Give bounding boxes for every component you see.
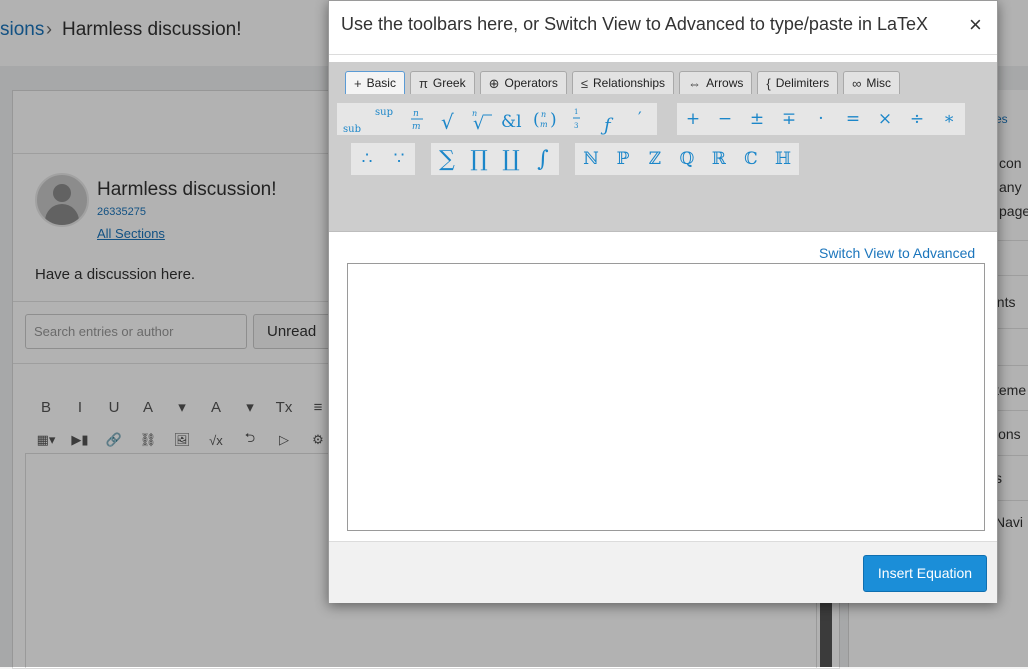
prime-icon: ′ bbox=[638, 108, 642, 127]
tab-operators[interactable]: ⊕ Operators bbox=[479, 71, 567, 94]
svg-text:ƒ: ƒ bbox=[600, 115, 614, 135]
brace-icon: { bbox=[766, 75, 771, 91]
equation-input-area[interactable] bbox=[347, 263, 985, 531]
svg-text:1: 1 bbox=[574, 108, 578, 116]
minus-plus-button[interactable]: ∓ bbox=[773, 103, 805, 135]
superscript-icon: sup bbox=[375, 107, 393, 118]
vertical-fraction-icon: 1 3 bbox=[573, 108, 580, 130]
sqrt-button[interactable]: √ bbox=[433, 103, 465, 135]
tab-label: Operators bbox=[504, 75, 558, 90]
dot-button[interactable]: · bbox=[805, 103, 837, 135]
svg-text:√: √ bbox=[441, 110, 454, 134]
sum-button[interactable]: ∑ bbox=[431, 143, 463, 175]
because-button[interactable]: ∵ bbox=[383, 143, 415, 175]
symbol-panel: sub sup n m √ n √ &l (n m) 1 3 ƒ ′ + −… bbox=[329, 95, 997, 231]
fraction-icon: n m bbox=[411, 109, 423, 132]
minus-button[interactable]: − bbox=[709, 103, 741, 135]
less-equal-icon: ≤ bbox=[580, 75, 589, 91]
sqrt-icon: √ bbox=[441, 110, 454, 134]
tab-delimiters[interactable]: { Delimiters bbox=[757, 71, 839, 94]
svg-text:′: ′ bbox=[638, 108, 642, 127]
integral-button[interactable]: ∫ bbox=[527, 143, 559, 175]
nth-root-button[interactable]: n √ bbox=[465, 103, 497, 135]
prime-button[interactable]: ′ bbox=[625, 103, 657, 135]
tab-label: Basic bbox=[366, 75, 396, 90]
svg-text:n: n bbox=[541, 110, 546, 119]
function-button[interactable]: ƒ bbox=[593, 103, 625, 135]
tab-arrows[interactable]: ⇔ Arrows bbox=[679, 71, 753, 94]
fraction-button[interactable]: n m bbox=[401, 103, 433, 135]
tab-greek[interactable]: π Greek bbox=[409, 71, 475, 94]
toolbar-tabs: + Basic π Greek ⊕ Operators ≤ Relationsh… bbox=[345, 71, 901, 95]
symbol-group-big-operators: ∑ ∏ ∐ ∫ bbox=[431, 143, 559, 175]
text-mode-icon: &l bbox=[501, 112, 522, 132]
tab-relationships[interactable]: ≤ Relationships bbox=[571, 71, 675, 94]
double-arrow-icon: ⇔ bbox=[688, 75, 702, 91]
coproduct-button[interactable]: ∐ bbox=[495, 143, 527, 175]
svg-text:&l: &l bbox=[501, 112, 522, 132]
tab-label: Delimiters bbox=[775, 75, 830, 90]
plus-icon: + bbox=[354, 75, 362, 91]
svg-text:√: √ bbox=[473, 113, 485, 134]
tab-label: Arrows bbox=[706, 75, 744, 90]
pi-icon: π bbox=[418, 75, 428, 91]
modal-footer: Insert Equation bbox=[329, 541, 997, 603]
circled-plus-icon: ⊕ bbox=[488, 75, 500, 91]
quaternions-button[interactable]: ℍ bbox=[767, 143, 799, 175]
symbol-group-arithmetic: + − ± ∓ · = × ÷ ∗ bbox=[677, 103, 965, 135]
svg-text:3: 3 bbox=[574, 122, 578, 130]
modal-title: Use the toolbars here, or Switch View to… bbox=[341, 14, 929, 34]
vertical-fraction-button[interactable]: 1 3 bbox=[561, 103, 593, 135]
svg-text:(: ( bbox=[533, 110, 540, 130]
rationals-button[interactable]: ℚ bbox=[671, 143, 703, 175]
superscript-button[interactable]: sup bbox=[369, 103, 401, 135]
switch-view-advanced-link[interactable]: Switch View to Advanced bbox=[819, 245, 975, 261]
binomial-button[interactable]: ( n m ) bbox=[529, 103, 561, 135]
svg-text:m: m bbox=[540, 120, 548, 129]
text-mode-button[interactable]: &l bbox=[497, 103, 529, 135]
subscript-icon: sub bbox=[343, 124, 361, 135]
tab-basic[interactable]: + Basic bbox=[345, 71, 405, 94]
tab-misc[interactable]: ∞ Misc bbox=[843, 71, 901, 94]
symbol-group-number-sets: ℕ ℙ ℤ ℚ ℝ ℂ ℍ bbox=[575, 143, 799, 175]
insert-equation-button[interactable]: Insert Equation bbox=[863, 555, 987, 592]
reals-button[interactable]: ℝ bbox=[703, 143, 735, 175]
function-icon: ƒ bbox=[600, 115, 614, 135]
complex-button[interactable]: ℂ bbox=[735, 143, 767, 175]
plus-minus-button[interactable]: ± bbox=[741, 103, 773, 135]
close-icon[interactable]: × bbox=[969, 13, 982, 37]
tab-label: Relationships bbox=[593, 75, 666, 90]
modal-header: Use the toolbars here, or Switch View to… bbox=[329, 1, 997, 55]
equation-editor-modal: Use the toolbars here, or Switch View to… bbox=[328, 0, 998, 603]
tab-label: Greek bbox=[432, 75, 466, 90]
symbol-group-structures: sub sup n m √ n √ &l (n m) 1 3 ƒ ′ bbox=[337, 103, 657, 135]
naturals-button[interactable]: ℕ bbox=[575, 143, 607, 175]
integers-button[interactable]: ℤ bbox=[639, 143, 671, 175]
svg-text:m: m bbox=[412, 122, 421, 132]
symbol-group-logic: ∴ ∵ bbox=[351, 143, 415, 175]
times-button[interactable]: × bbox=[869, 103, 901, 135]
equals-button[interactable]: = bbox=[837, 103, 869, 135]
primes-button[interactable]: ℙ bbox=[607, 143, 639, 175]
svg-text:n: n bbox=[413, 109, 419, 119]
therefore-button[interactable]: ∴ bbox=[351, 143, 383, 175]
subscript-button[interactable]: sub bbox=[337, 103, 369, 135]
divide-button[interactable]: ÷ bbox=[901, 103, 933, 135]
nth-root-icon: n √ bbox=[472, 109, 492, 134]
product-button[interactable]: ∏ bbox=[463, 143, 495, 175]
svg-text:): ) bbox=[550, 110, 557, 130]
infinity-icon: ∞ bbox=[852, 75, 862, 91]
binomial-icon: ( n m ) bbox=[533, 110, 557, 130]
tab-label: Misc bbox=[866, 75, 892, 90]
plus-button[interactable]: + bbox=[677, 103, 709, 135]
svg-text:sup: sup bbox=[375, 107, 393, 118]
svg-text:sub: sub bbox=[343, 124, 361, 135]
asterisk-button[interactable]: ∗ bbox=[933, 103, 965, 135]
equation-toolbar: + Basic π Greek ⊕ Operators ≤ Relationsh… bbox=[329, 62, 997, 232]
